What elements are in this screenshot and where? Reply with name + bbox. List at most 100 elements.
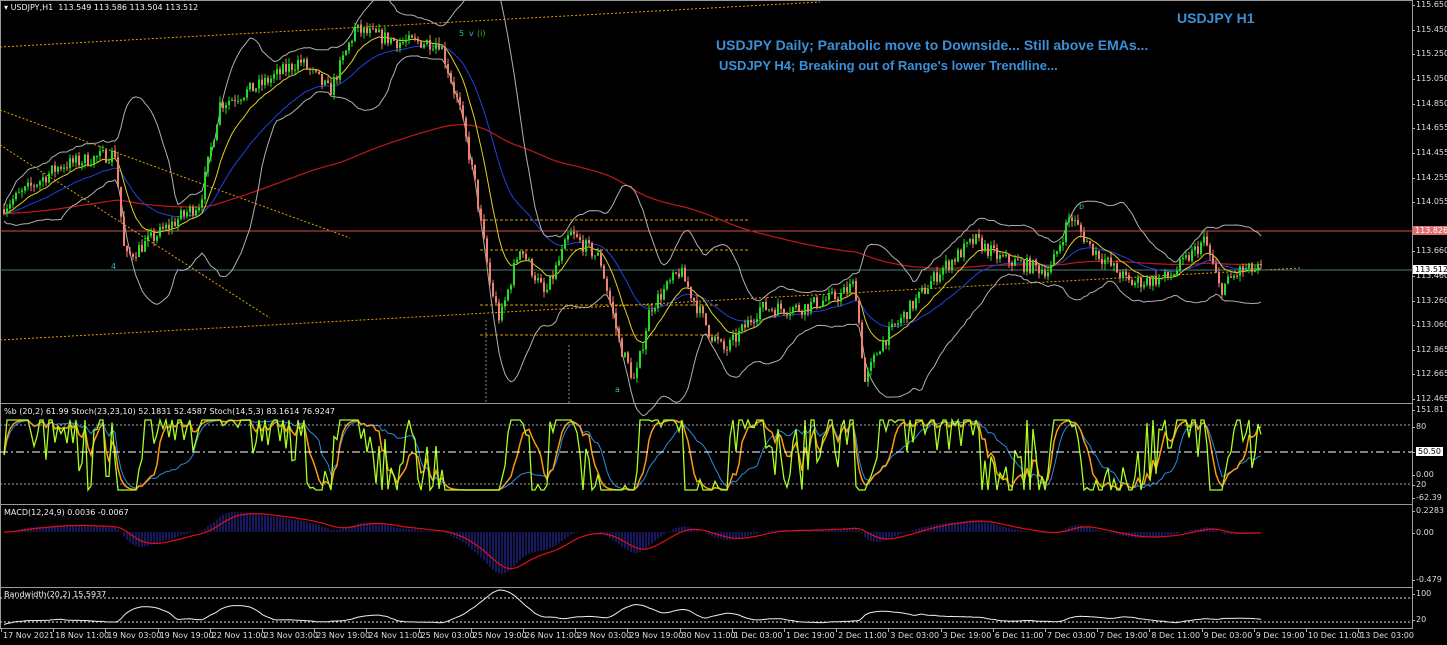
candle-body — [168, 224, 170, 229]
candle-body — [654, 307, 656, 312]
candle — [630, 357, 632, 380]
candle — [771, 307, 773, 313]
candle-body — [780, 303, 782, 309]
candle — [1140, 276, 1142, 293]
time-axis-tick: 1 Dec 19:00 — [784, 628, 835, 640]
candle-body — [393, 38, 395, 41]
candle — [945, 254, 947, 274]
candle-body — [246, 89, 248, 98]
candle — [906, 311, 908, 324]
candle-body — [108, 162, 110, 164]
candle — [783, 308, 785, 316]
candle-body — [342, 55, 344, 61]
candle — [339, 56, 341, 84]
candle — [909, 299, 911, 320]
candle — [1227, 273, 1229, 285]
candle — [846, 281, 848, 297]
candle-body — [711, 336, 713, 341]
candle — [150, 227, 152, 239]
candle — [1215, 258, 1217, 273]
candle-body — [1080, 224, 1082, 232]
candle — [759, 302, 761, 325]
candle-body — [315, 69, 317, 72]
candle — [852, 278, 854, 288]
candle-body — [1152, 275, 1154, 286]
candle-body — [114, 150, 116, 158]
dropdown-triangle-icon[interactable]: ▾ — [4, 3, 8, 12]
candle-body — [498, 302, 500, 321]
candle — [750, 315, 752, 326]
candle — [993, 240, 995, 253]
candle — [828, 288, 830, 305]
candle-body — [363, 27, 365, 33]
time-axis-tick: 23 Nov 19:00 — [314, 628, 371, 640]
candle — [1083, 227, 1085, 244]
candle — [561, 244, 563, 265]
candle — [84, 153, 86, 169]
candle — [645, 327, 647, 355]
candle — [252, 82, 254, 92]
candle-body — [900, 317, 902, 324]
candle — [213, 139, 215, 148]
candle — [567, 232, 569, 244]
candle — [930, 275, 932, 290]
candle-body — [636, 367, 638, 378]
candle — [366, 22, 368, 36]
candle-body — [36, 184, 38, 187]
candle — [384, 26, 386, 46]
candle-body — [138, 245, 140, 258]
candle — [1035, 258, 1037, 272]
candle-body — [270, 78, 272, 83]
candle — [729, 337, 731, 353]
candle-body — [264, 77, 266, 86]
candle — [1221, 282, 1223, 299]
candle-body — [324, 80, 326, 85]
candle-body — [102, 150, 104, 152]
candle-body — [972, 238, 974, 244]
candle — [768, 308, 770, 312]
candle — [792, 306, 794, 316]
candle — [450, 70, 452, 85]
candle-body — [360, 24, 362, 33]
candle-body — [993, 245, 995, 249]
candle-body — [564, 239, 566, 250]
candle-body — [693, 297, 695, 301]
candle-body — [930, 281, 932, 289]
candle-body — [507, 289, 509, 301]
price-axis-tick: 113.260 — [1411, 296, 1447, 305]
bandwidth-line — [3, 589, 1262, 625]
candle-body — [1113, 263, 1115, 266]
candle — [717, 332, 719, 344]
price-axis[interactable]: 115.650 115.450 115.250 115.050 114.850 114.6… — [1411, 0, 1447, 404]
chart-header[interactable]: ▾ USDJPY,H1 113.549 113.586 113.504 113.… — [4, 3, 198, 12]
candle — [279, 66, 281, 80]
candle — [789, 306, 791, 321]
candle — [1092, 243, 1094, 257]
candle — [297, 55, 299, 73]
price-axis-tick: 114.455 — [1411, 148, 1447, 157]
candle-body — [387, 32, 389, 44]
candle — [315, 68, 317, 74]
candle-body — [429, 40, 431, 50]
candle — [558, 255, 560, 267]
candle — [663, 284, 665, 301]
candle-body — [75, 155, 77, 163]
candle-body — [789, 312, 791, 315]
candle — [1143, 281, 1145, 290]
candle-body — [837, 298, 839, 302]
candle-body — [126, 246, 128, 252]
wave-label: 5 — [459, 29, 465, 38]
time-axis-tick: 1 Dec 03:00 — [731, 628, 783, 640]
candle — [597, 247, 599, 256]
candle-body — [846, 287, 848, 293]
candle — [615, 307, 617, 335]
candle — [576, 230, 578, 239]
candle-body — [294, 69, 296, 71]
candle — [753, 318, 755, 329]
candle-body — [30, 182, 32, 186]
candle-body — [603, 265, 605, 279]
candle-body — [213, 140, 215, 147]
candle-body — [1170, 276, 1172, 278]
candle-body — [570, 231, 572, 236]
candle — [1128, 272, 1130, 284]
